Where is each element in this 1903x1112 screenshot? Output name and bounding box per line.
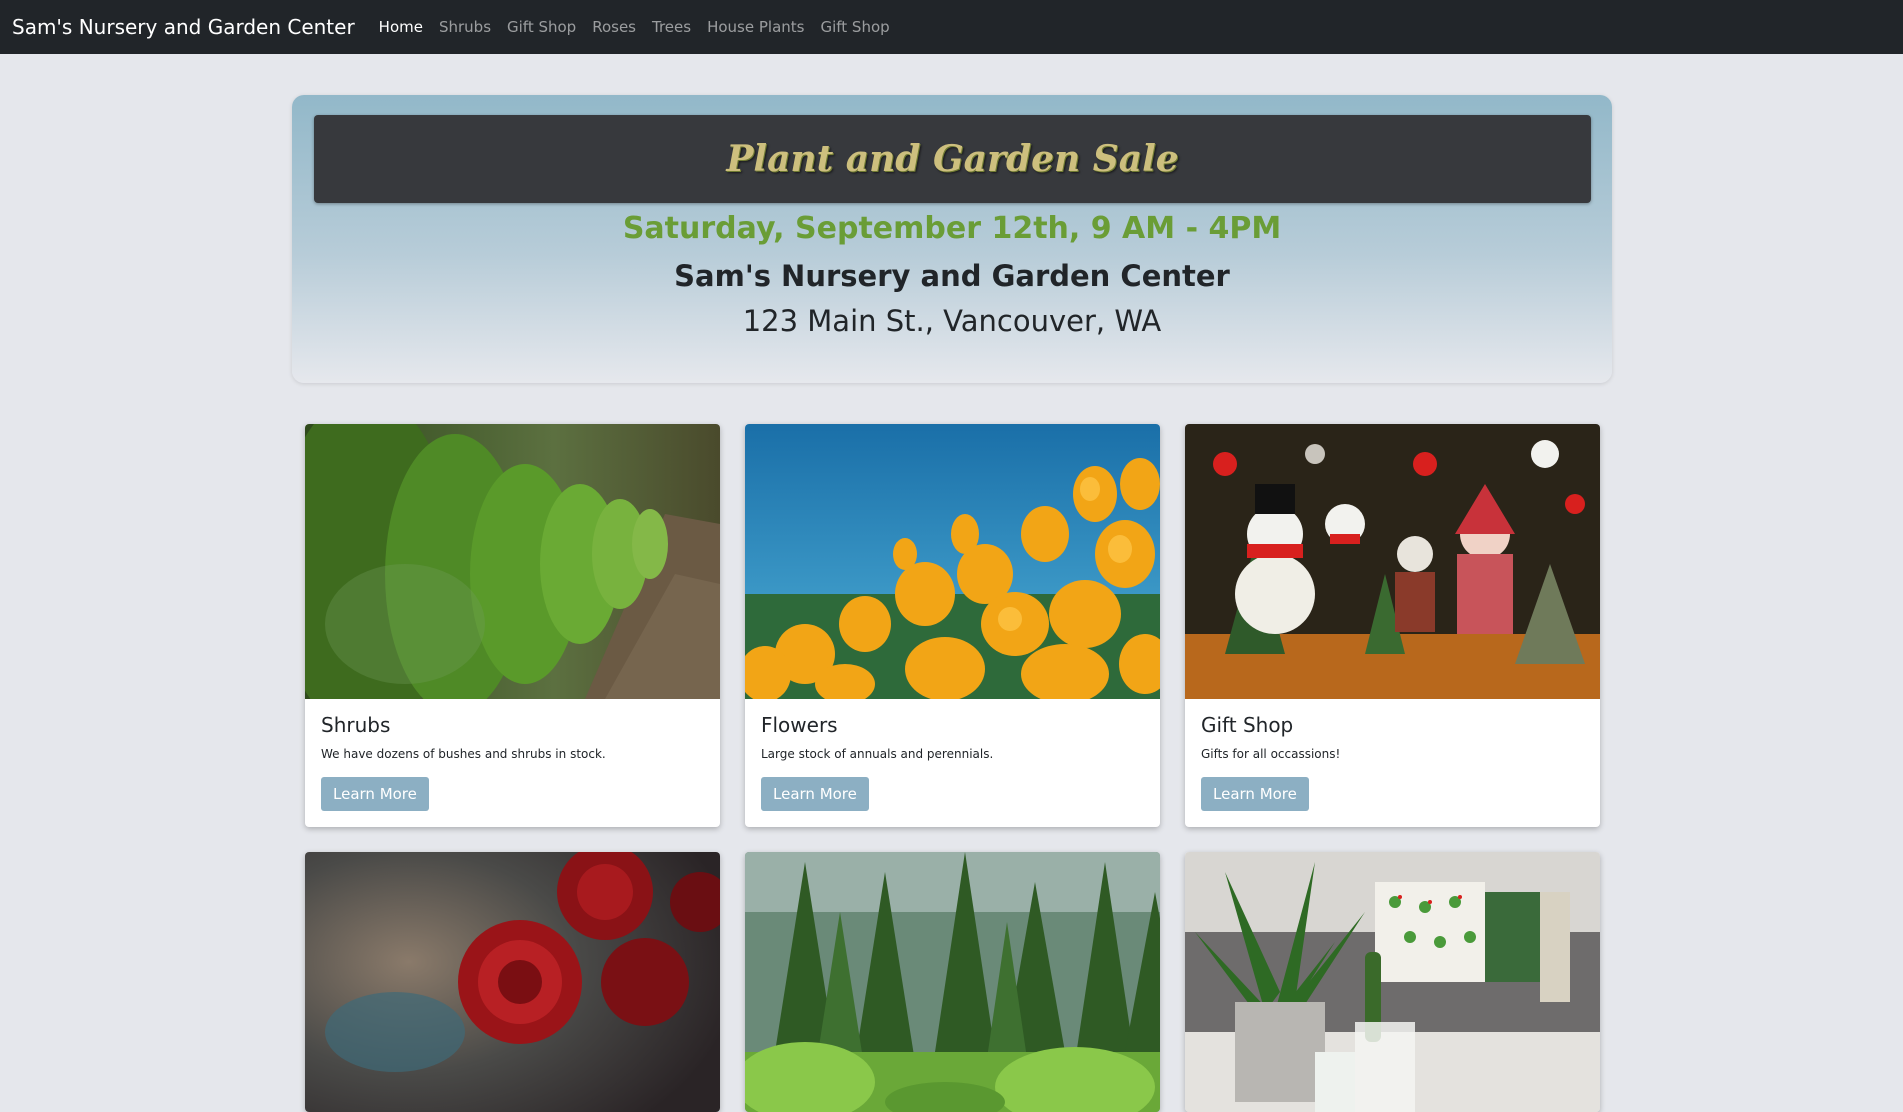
card-shrubs: Shrubs We have dozens of bushes and shru… <box>305 424 720 827</box>
sale-banner: Plant and Garden Sale <box>314 115 1591 203</box>
card-body-shrubs: Shrubs We have dozens of bushes and shru… <box>305 699 720 827</box>
learn-more-flowers-button[interactable]: Learn More <box>761 777 869 811</box>
learn-more-shrubs-button[interactable]: Learn More <box>321 777 429 811</box>
navbar-brand[interactable]: Sam's Nursery and Garden Center <box>12 15 355 39</box>
card-title-gift-shop: Gift Shop <box>1201 713 1294 737</box>
nav-links: Home Shrubs Gift Shop Roses Trees House … <box>379 18 906 36</box>
card-body-gift-shop: Gift Shop Gifts for all occassions! Lear… <box>1185 699 1600 827</box>
roses-image <box>305 852 720 1112</box>
card-roses <box>305 852 720 1112</box>
sale-date: Saturday, September 12th, 9 AM - 4PM <box>622 211 1282 246</box>
store-name: Sam's Nursery and Garden Center <box>674 259 1230 293</box>
nav-link-gift-shop[interactable]: Gift Shop <box>507 18 576 36</box>
card-body-flowers: Flowers Large stock of annuals and peren… <box>745 699 1160 827</box>
nav-link-roses[interactable]: Roses <box>592 18 636 36</box>
card-text-shrubs: We have dozens of bushes and shrubs in s… <box>321 747 606 761</box>
store-address: 123 Main St., Vancouver, WA <box>742 304 1162 338</box>
card-trees <box>745 852 1160 1112</box>
card-flowers: Flowers Large stock of annuals and peren… <box>745 424 1160 827</box>
sale-hero: Plant and Garden Sale Saturday, Septembe… <box>292 95 1612 383</box>
card-house-plants <box>1185 852 1600 1112</box>
card-gift-shop: Gift Shop Gifts for all occassions! Lear… <box>1185 424 1600 827</box>
flowers-image <box>745 424 1160 699</box>
learn-more-gift-shop-button[interactable]: Learn More <box>1201 777 1309 811</box>
house-plants-image <box>1185 852 1600 1112</box>
nav-link-house-plants[interactable]: House Plants <box>707 18 804 36</box>
shrubs-image <box>305 424 720 699</box>
top-navbar: Sam's Nursery and Garden Center Home Shr… <box>0 0 1903 54</box>
nav-link-shrubs[interactable]: Shrubs <box>439 18 491 36</box>
sale-title: Plant and Garden Sale <box>726 138 1179 180</box>
nav-link-home[interactable]: Home <box>379 18 423 36</box>
gift-shop-image <box>1185 424 1600 699</box>
card-text-gift-shop: Gifts for all occassions! <box>1201 747 1341 761</box>
trees-image <box>745 852 1160 1112</box>
card-title-flowers: Flowers <box>761 713 838 737</box>
card-text-flowers: Large stock of annuals and perennials. <box>761 747 994 761</box>
nav-link-gift-shop-2[interactable]: Gift Shop <box>820 18 889 36</box>
card-title-shrubs: Shrubs <box>321 713 391 737</box>
nav-link-trees[interactable]: Trees <box>652 18 691 36</box>
